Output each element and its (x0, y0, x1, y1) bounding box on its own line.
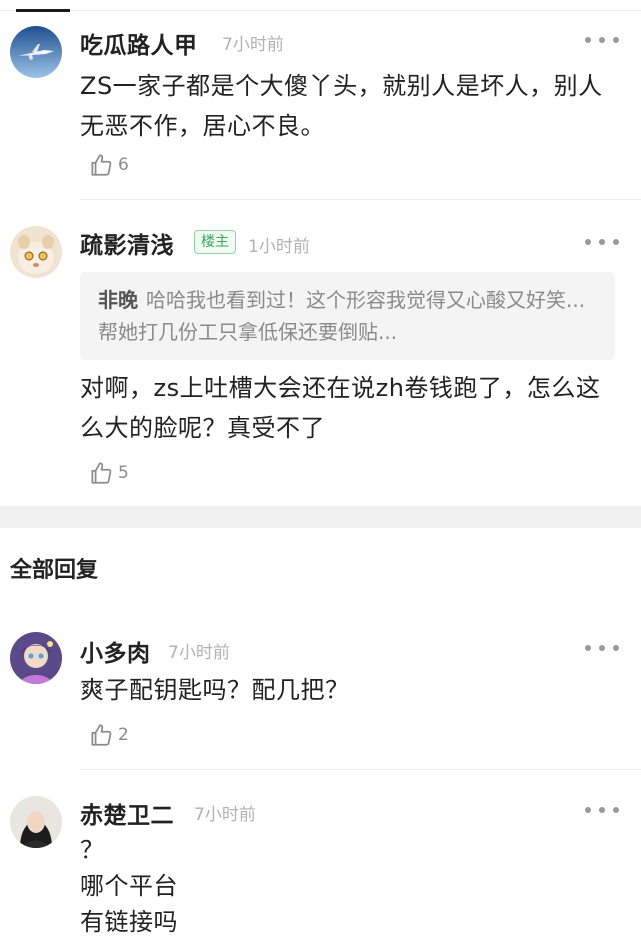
thumbs-up-icon (91, 462, 112, 484)
reply-line: 哪个平台 (80, 872, 178, 900)
owner-badge: 楼主 (194, 230, 236, 254)
reply-item: 小多肉 7小时前 爽子配钥匙吗？配几把？ 2 (0, 620, 641, 770)
like-button[interactable]: 6 (88, 150, 129, 180)
author-name[interactable]: 赤楚卫二 (80, 796, 174, 830)
like-count: 2 (118, 725, 129, 745)
author-name[interactable]: 小多肉 (80, 634, 151, 668)
more-dots-icon[interactable] (585, 638, 619, 658)
reply-line: ？ (80, 836, 105, 864)
avatar[interactable] (10, 226, 62, 278)
thumbs-up-icon (91, 724, 112, 746)
comment-text: 对啊，zs上吐槽大会还在说zh卷钱跑了，怎么这么大的脸呢？真受不了 (80, 374, 601, 442)
thumbs-up-icon (91, 154, 112, 176)
timestamp: 1小时前 (248, 237, 310, 257)
timestamp: 7小时前 (222, 35, 284, 55)
avatar[interactable] (10, 796, 62, 848)
more-dots-icon[interactable] (585, 232, 619, 252)
quoted-author: 非晚 (98, 288, 138, 312)
like-button[interactable]: 5 (88, 458, 129, 488)
comment-item: 疏影清浅 楼主 1小时前 非晚 哈哈我也看到过！这个形容我觉得又心酸又好笑...帮… (0, 200, 641, 506)
more-dots-icon[interactable] (585, 30, 619, 50)
comment-text: ZS一家子都是个大傻丫头，就别人是坏人，别人无恶不作，居心不良。 (80, 72, 603, 140)
reply-text: 爽子配钥匙吗？配几把？ (80, 676, 350, 704)
like-count: 6 (118, 155, 129, 175)
reply-line: 有链接吗 (80, 908, 178, 936)
avatar[interactable] (10, 26, 62, 78)
comment-thread-page: 吃瓜路人甲 7小时前 ZS一家子都是个大傻丫头，就别人是坏人，别人无恶不作，居心… (0, 0, 641, 949)
quoted-reply[interactable]: 非晚 哈哈我也看到过！这个形容我觉得又心酸又好笑...帮她打几份工只拿低保还要倒贴… (80, 272, 615, 360)
reply-item: 赤楚卫二 7小时前 ？ 哪个平台 有链接吗 (0, 770, 641, 949)
timestamp: 7小时前 (194, 805, 256, 825)
like-count: 5 (118, 463, 129, 483)
timestamp: 7小时前 (168, 643, 230, 663)
avatar[interactable] (10, 632, 62, 684)
section-title: 全部回复 (10, 558, 99, 583)
more-dots-icon[interactable] (585, 800, 619, 820)
comment-item: 吃瓜路人甲 7小时前 ZS一家子都是个大傻丫头，就别人是坏人，别人无恶不作，居心… (0, 0, 641, 200)
like-button[interactable]: 2 (88, 720, 129, 750)
section-separator (0, 506, 641, 528)
author-name[interactable]: 吃瓜路人甲 (80, 26, 198, 60)
author-name[interactable]: 疏影清浅 (80, 226, 174, 260)
quoted-text: 哈哈我也看到过！这个形容我觉得又心酸又好笑...帮她打几份工只拿低保还要倒贴..… (98, 288, 586, 344)
